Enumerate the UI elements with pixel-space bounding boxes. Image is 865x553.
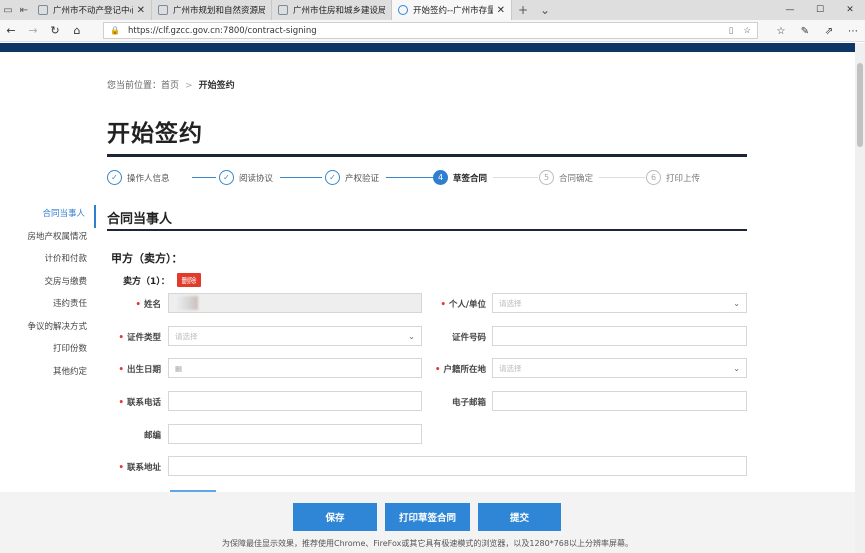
- sidebar-item-parties[interactable]: 合同当事人: [10, 205, 96, 228]
- lock-icon: 🔒: [110, 26, 120, 35]
- title-divider: [107, 154, 747, 157]
- breadcrumb-current: 开始签约: [198, 81, 235, 91]
- step-6: 6 打印上传: [646, 170, 700, 185]
- step-2: ✓ 阅读协议: [219, 170, 273, 185]
- sidebar-item-pricing[interactable]: 计价和付款: [10, 250, 96, 273]
- chevron-down-icon: ⌄: [408, 331, 415, 341]
- sidebar-item-copies[interactable]: 打印份数: [10, 340, 96, 363]
- submit-button[interactable]: 提交: [478, 503, 561, 531]
- breadcrumb: 您当前位置：首页 > 开始签约: [107, 81, 235, 91]
- address-bar[interactable]: 🔒 https://clf.gzcc.gov.cn:7800/contract-…: [103, 22, 758, 39]
- person-type-select[interactable]: 请选择 ⌄: [492, 293, 747, 313]
- browser-recommendation-note: 为保障最佳显示效果，推荐使用Chrome、FireFox或其它具有极速模式的浏览…: [222, 539, 633, 548]
- delete-seller-button[interactable]: 删除: [177, 273, 201, 287]
- browser-tab-active[interactable]: 开始签约--广州市存量房✕: [392, 0, 512, 20]
- postcode-input[interactable]: [168, 424, 422, 444]
- postcode-label: 邮编: [143, 431, 161, 441]
- browser-tab[interactable]: 广州市住房和城乡建设局: [272, 0, 392, 20]
- household-select[interactable]: 请选择 ⌄: [492, 358, 747, 378]
- section-sidebar: 合同当事人 房地产权属情况 计价和付款 交房与缴费 违约责任 争议的解决方式 打…: [10, 205, 96, 385]
- person-type-label: • 个人/单位: [440, 300, 486, 310]
- window-controls: — ☐ ✕: [775, 0, 865, 20]
- print-draft-button[interactable]: 打印草签合同: [385, 503, 470, 531]
- browser-tab-strip: ▭ ⇤ 广州市不动产登记中心_首页✕ 广州市规划和自然资源局网 广州市住房和城乡…: [0, 0, 865, 20]
- pen-icon[interactable]: ✎: [793, 26, 817, 37]
- sidebar-item-dispute[interactable]: 争议的解决方式: [10, 318, 96, 341]
- birth-date-label: • 出生日期: [118, 365, 161, 375]
- address-label: • 联系地址: [118, 463, 161, 473]
- site-banner: [0, 43, 855, 52]
- url-text: https://clf.gzcc.gov.cn:7800/contract-si…: [127, 25, 317, 36]
- forward-icon[interactable]: →: [22, 24, 44, 37]
- toolbar-right: ☆ ✎ ⇗ ⋯: [769, 20, 865, 42]
- reading-view-icon[interactable]: ▯: [729, 26, 734, 36]
- more-icon[interactable]: ⋯: [841, 26, 865, 37]
- home-icon[interactable]: ⌂: [66, 24, 88, 37]
- refresh-icon[interactable]: ↻: [44, 24, 66, 37]
- household-label: • 户籍所在地: [435, 365, 486, 375]
- tab-actions-icon[interactable]: ▭: [0, 0, 16, 20]
- party-title: 甲方（卖方）：: [111, 252, 183, 265]
- step-5: 5 合同确定: [539, 170, 593, 185]
- tab-list-chevron-icon[interactable]: ⌄: [534, 3, 556, 17]
- maximize-icon[interactable]: ☐: [805, 0, 835, 20]
- chevron-down-icon: ⌄: [733, 298, 740, 308]
- id-type-select[interactable]: 请选择 ⌄: [168, 326, 422, 346]
- phone-input[interactable]: [168, 391, 422, 411]
- step-1: ✓ 操作人信息: [107, 170, 170, 185]
- minimize-icon[interactable]: —: [775, 0, 805, 20]
- favorite-star-icon[interactable]: ☆: [743, 26, 751, 36]
- share-icon[interactable]: ⇗: [817, 26, 841, 37]
- breadcrumb-home[interactable]: 首页: [161, 81, 179, 91]
- calendar-icon: ▦: [175, 363, 183, 373]
- id-type-label: • 证件类型: [118, 333, 161, 343]
- email-input[interactable]: [492, 391, 747, 411]
- step-connector: [386, 177, 434, 178]
- step-connector: [599, 177, 645, 178]
- phone-label: • 联系电话: [118, 398, 161, 408]
- close-window-icon[interactable]: ✕: [835, 0, 865, 20]
- step-connector: [493, 177, 538, 178]
- address-input[interactable]: [168, 456, 747, 476]
- sidebar-item-breach[interactable]: 违约责任: [10, 295, 96, 318]
- name-label: • 姓名: [135, 300, 161, 310]
- sidebar-item-property[interactable]: 房地产权属情况: [10, 228, 96, 251]
- birth-date-input[interactable]: ▦: [168, 358, 422, 378]
- chevron-down-icon: ⌄: [733, 363, 740, 373]
- step-connector: [192, 177, 216, 178]
- section-divider: [107, 229, 747, 231]
- loading-icon: [398, 5, 408, 15]
- favorites-icon[interactable]: ☆: [769, 26, 793, 37]
- page-scrollbar[interactable]: [855, 43, 865, 553]
- close-tab-icon[interactable]: ✕: [137, 5, 145, 16]
- close-tab-icon[interactable]: ✕: [497, 5, 505, 16]
- step-connector: [280, 177, 322, 178]
- new-tab-icon[interactable]: +: [512, 3, 534, 17]
- browser-tab[interactable]: 广州市规划和自然资源局网: [152, 0, 272, 20]
- back-icon[interactable]: ←: [0, 24, 22, 37]
- sidebar-item-handover[interactable]: 交房与缴费: [10, 273, 96, 296]
- browser-toolbar: ← → ↻ ⌂ 🔒 https://clf.gzcc.gov.cn:7800/c…: [0, 20, 865, 42]
- page-icon: [158, 5, 168, 15]
- page-icon: [278, 5, 288, 15]
- id-number-label: 证件号码: [451, 333, 486, 343]
- browser-tab[interactable]: 广州市不动产登记中心_首页✕: [32, 0, 152, 20]
- save-button[interactable]: 保存: [293, 503, 377, 531]
- scrollbar-thumb[interactable]: [857, 63, 863, 147]
- step-4: 4 草签合同: [433, 170, 487, 185]
- tab-aside-icon[interactable]: ⇤: [16, 0, 32, 20]
- email-label: 电子邮箱: [451, 398, 486, 408]
- site-favicon-icon: [38, 5, 48, 15]
- progress-steps: ✓ 操作人信息 ✓ 阅读协议 ✓ 产权验证 4 草签合同 5 合同确定 6 打印上传: [107, 170, 747, 186]
- name-input[interactable]: [168, 293, 422, 313]
- redacted-name: [174, 296, 198, 310]
- id-number-input[interactable]: [492, 326, 747, 346]
- section-title: 合同当事人: [107, 212, 173, 227]
- sidebar-item-other[interactable]: 其他约定: [10, 363, 96, 386]
- seller-label: 卖方（1）：: [123, 277, 170, 287]
- step-3: ✓ 产权验证: [325, 170, 379, 185]
- page-title: 开始签约: [107, 121, 203, 147]
